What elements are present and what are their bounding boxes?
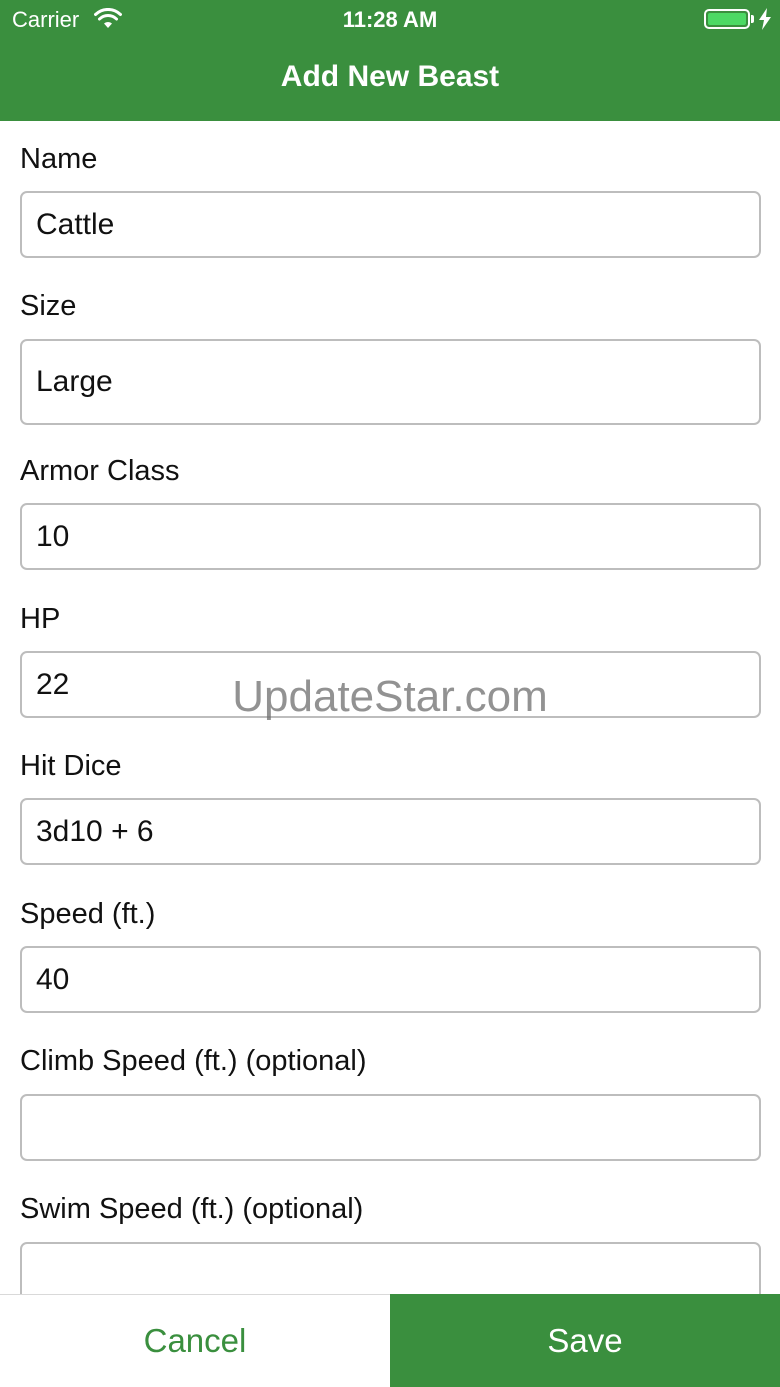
size-field[interactable] xyxy=(20,339,761,425)
save-button[interactable]: Save xyxy=(390,1294,780,1387)
cancel-button[interactable]: Cancel xyxy=(0,1294,390,1387)
hit-dice-field[interactable] xyxy=(20,798,761,865)
swim-speed-field[interactable] xyxy=(20,1242,761,1294)
climb-speed-label: Climb Speed (ft.) (optional) xyxy=(20,1045,367,1077)
name-label: Name xyxy=(20,143,98,175)
status-bar: Carrier 11:28 AM xyxy=(0,0,780,40)
hp-label: HP xyxy=(20,603,61,635)
armor-class-label: Armor Class xyxy=(20,455,180,487)
navigation-header: Carrier 11:28 AM Add New Beast xyxy=(0,0,780,121)
charging-bolt-icon xyxy=(759,8,771,30)
status-time: 11:28 AM xyxy=(342,7,438,32)
name-field[interactable] xyxy=(20,191,761,258)
action-bar: Cancel Save xyxy=(0,1294,780,1387)
swim-speed-label: Swim Speed (ft.) (optional) xyxy=(20,1193,364,1225)
climb-speed-field[interactable] xyxy=(20,1094,761,1161)
hp-field[interactable] xyxy=(20,651,761,718)
battery-nub xyxy=(751,15,754,23)
speed-label: Speed (ft.) xyxy=(20,898,156,930)
add-beast-form: Name Size Armor Class HP Hit Dice Speed … xyxy=(0,121,780,1294)
hit-dice-label: Hit Dice xyxy=(20,750,122,782)
armor-class-field[interactable] xyxy=(20,503,761,570)
speed-field[interactable] xyxy=(20,946,761,1013)
size-label: Size xyxy=(20,290,77,322)
page-title: Add New Beast xyxy=(280,60,500,93)
battery-icon xyxy=(704,9,750,29)
